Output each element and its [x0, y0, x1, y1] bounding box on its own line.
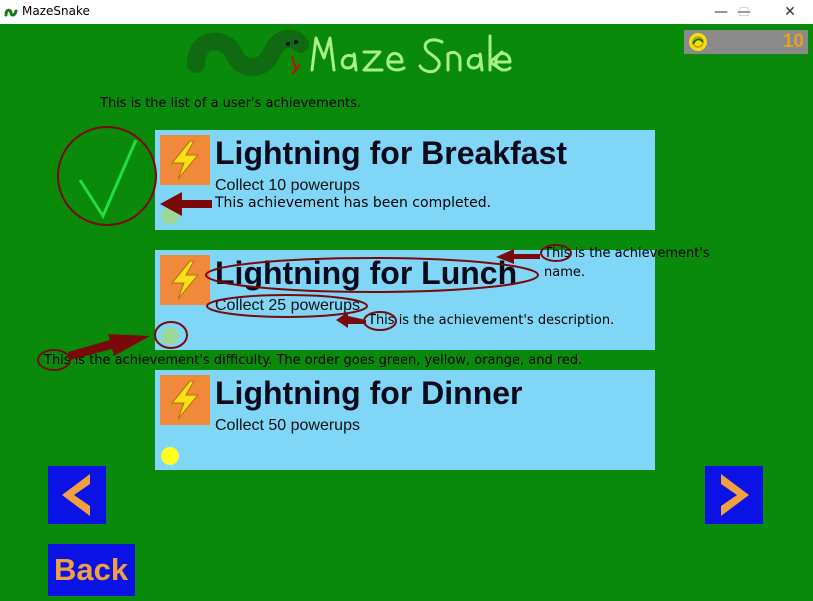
- intro-text: This is the list of a user's achievement…: [100, 96, 362, 111]
- back-button-label: Back: [54, 552, 129, 587]
- coin-icon: [689, 33, 707, 51]
- achievement-name: Lightning for Dinner: [215, 375, 523, 411]
- difficulty-indicator: [161, 327, 179, 345]
- window-title: MazeSnake: [22, 4, 90, 18]
- name-annotation-line2: name.: [544, 265, 585, 280]
- difficulty-indicator: [161, 207, 179, 225]
- maximize-btn[interactable]: ☐: [721, 0, 767, 24]
- achievement-description: Collect 50 powerups: [215, 417, 360, 434]
- chevron-left-icon: [62, 474, 90, 516]
- achievement-description: Collect 25 powerups: [215, 297, 360, 314]
- achievement-card: Lightning for Breakfast Collect 10 power…: [155, 130, 655, 230]
- lightning-icon: [160, 135, 210, 185]
- lightning-icon: [160, 255, 210, 305]
- achievement-name: Lightning for Breakfast: [215, 135, 568, 171]
- difficulty-indicator: [161, 447, 179, 465]
- back-button[interactable]: Back: [48, 544, 135, 596]
- achievement-card: Lightning for Dinner Collect 50 powerups: [155, 370, 655, 470]
- coin-count: 10: [782, 31, 804, 52]
- chevron-right-icon: [721, 474, 749, 516]
- coin-counter: 10: [684, 30, 808, 54]
- achievement-name: Lightning for Lunch: [215, 255, 518, 291]
- snake-app-icon: [4, 8, 18, 17]
- lightning-icon: [160, 375, 210, 425]
- name-annotation-line1: This is the achievement's: [544, 246, 710, 261]
- close-btn[interactable]: ✕: [767, 0, 813, 24]
- next-page-button[interactable]: [705, 466, 763, 524]
- mazesnake-logo: [187, 29, 512, 77]
- description-annotation: This is the achievement's description.: [368, 313, 615, 328]
- difficulty-annotation: This is the achievement's difficulty. Th…: [44, 353, 583, 368]
- title-bar: MazeSnake —: [0, 0, 813, 24]
- previous-page-button[interactable]: [48, 466, 106, 524]
- completed-note: This achievement has been completed.: [215, 195, 492, 211]
- achievement-description: Collect 10 powerups: [215, 177, 360, 194]
